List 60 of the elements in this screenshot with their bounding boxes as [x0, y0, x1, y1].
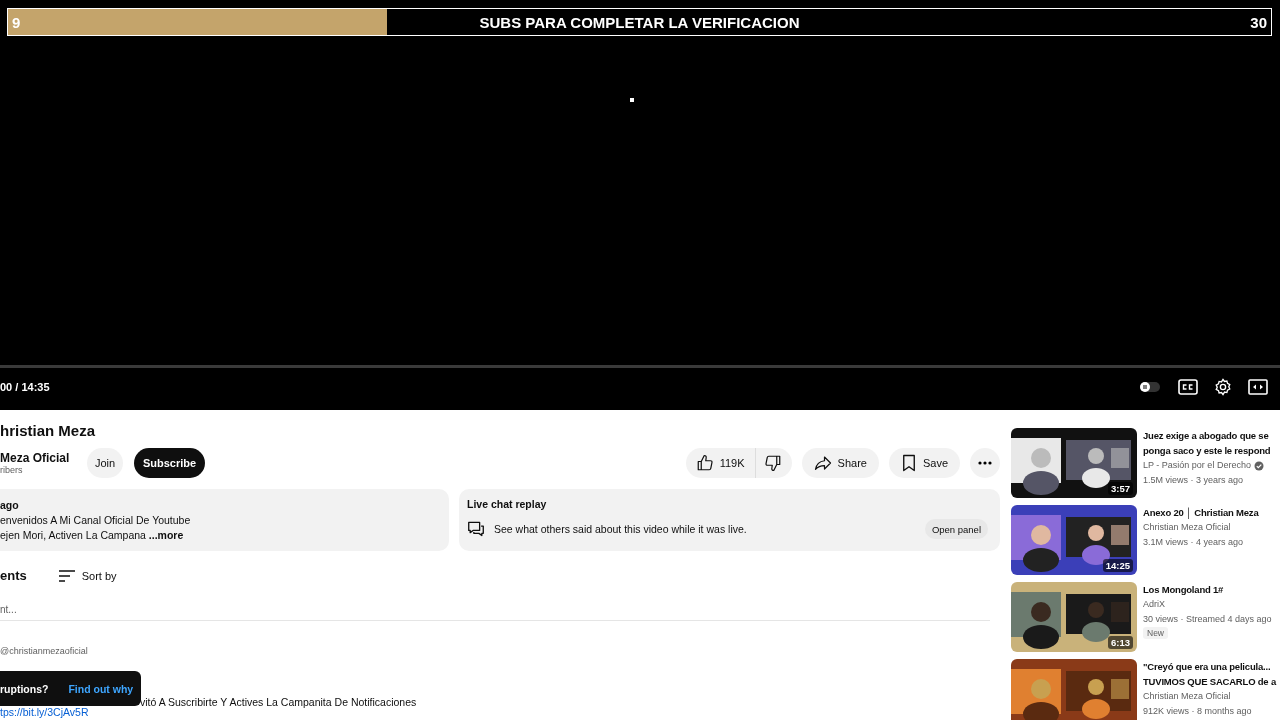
comment-input[interactable]: nt...	[0, 600, 990, 621]
more-actions-button[interactable]	[970, 448, 1000, 478]
find-out-why-link[interactable]: Find out why	[68, 682, 134, 695]
comment-author[interactable]: @christianmezaoficial	[0, 646, 88, 656]
save-button[interactable]: Save	[888, 448, 960, 478]
chat-icon	[467, 521, 485, 537]
toast-text: ruptions?	[0, 682, 49, 695]
channel-name[interactable]: Christian Meza Oficial	[1143, 689, 1231, 704]
progress-track[interactable]	[0, 365, 1280, 368]
related-video-title[interactable]: TUVIMOS QUE SACARLO de a	[1143, 674, 1276, 689]
goal-title: SUBS PARA COMPLETAR LA VERIFICACION	[479, 14, 800, 31]
video-duration: 3:57	[1108, 482, 1133, 495]
goal-target: 30	[1250, 14, 1267, 31]
video-title: hristian Meza	[0, 422, 96, 439]
settings-icon[interactable]	[1214, 378, 1232, 396]
thumbs-down-icon	[763, 454, 782, 472]
video-stats: 1.5M views · 3 years ago	[1143, 474, 1245, 487]
theater-mode-icon[interactable]	[1248, 379, 1268, 395]
video-stats: 30 views · Streamed 4 days ago	[1143, 613, 1272, 626]
video-duration: 6:13	[1108, 636, 1133, 649]
channel-name[interactable]: Christian Meza Oficial	[1143, 520, 1231, 535]
open-panel-button[interactable]: Open panel	[924, 519, 988, 539]
related-video-title[interactable]: Juez exige a abogado que se	[1143, 428, 1271, 443]
video-duration: 14:25	[1102, 559, 1133, 572]
thumbs-up-icon	[695, 454, 714, 472]
video-stats: 3.1M views · 4 years ago	[1143, 536, 1245, 549]
comment-text: vitó A Suscribirte Y Actives La Campanita De Notificaciones	[140, 696, 417, 708]
description-text: ejen Mori, Activen La Campana	[0, 529, 146, 541]
description-text: envenidos A Mi Canal Oficial De Youtube	[0, 514, 191, 526]
related-video-title[interactable]: Los Mongoland 1#	[1143, 582, 1272, 597]
dislike-button[interactable]	[754, 448, 792, 478]
channel-name[interactable]: AdriX	[1143, 597, 1165, 612]
related-video-title[interactable]: "Creyó que era una pelicula...	[1143, 659, 1276, 674]
related-video-title[interactable]: Anexo 20 │ Christian Meza	[1143, 505, 1259, 520]
share-button[interactable]: Share	[801, 448, 879, 478]
video-stats: 912K views · 8 months ago	[1143, 705, 1253, 718]
live-chat-title: Live chat replay	[467, 498, 547, 510]
subscribe-button[interactable]: Subscribe	[134, 448, 205, 478]
share-arrow-icon	[813, 454, 832, 472]
description-box[interactable]: ago envenidos A Mi Canal Oficial De Youtube ejen Mori, Activen La Campana ...more	[0, 489, 449, 551]
comment-link[interactable]: tps://bit.ly/3CjAv5R	[0, 706, 89, 718]
subscriber-count: ribers	[0, 465, 24, 475]
like-button[interactable]: 119K	[685, 448, 755, 478]
join-button[interactable]: Join	[87, 448, 123, 478]
more-link[interactable]: ...more	[148, 529, 184, 541]
sort-button[interactable]: Sort by	[58, 569, 117, 582]
channel-name[interactable]: Meza Oficial	[0, 451, 80, 465]
new-badge: New	[1143, 627, 1168, 639]
captions-icon[interactable]	[1178, 379, 1198, 395]
live-chat-text: See what others said about this video while it was live.	[494, 523, 747, 535]
bookmark-icon	[900, 454, 917, 472]
upload-date: ago	[0, 499, 19, 511]
goal-count: 9	[12, 14, 21, 31]
autoplay-toggle-icon[interactable]	[1138, 380, 1162, 394]
time-display: 00 / 14:35	[0, 381, 50, 393]
comments-heading: ents	[0, 568, 27, 583]
more-icon	[978, 461, 992, 465]
related-video-title[interactable]: ponga saco y este le respond	[1143, 443, 1271, 458]
sort-icon	[58, 569, 75, 582]
channel-name[interactable]: LP - Pasión por el Derecho	[1143, 458, 1251, 473]
